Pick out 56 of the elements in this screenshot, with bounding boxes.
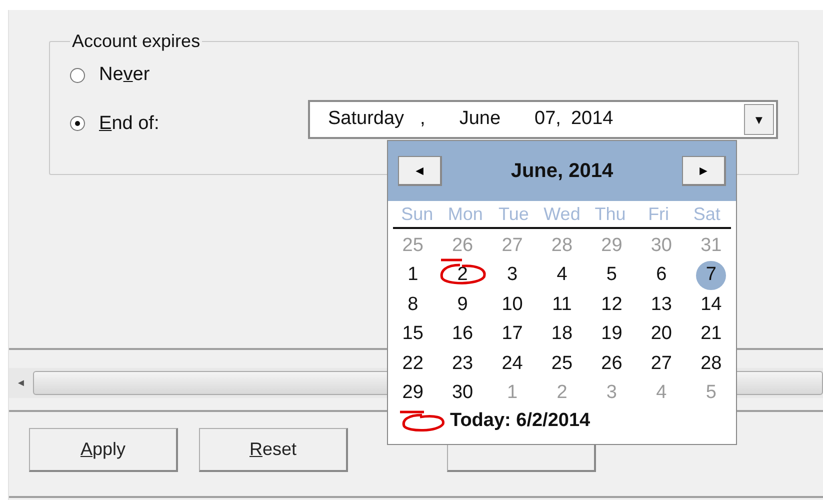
calendar-day[interactable]: 1 — [398, 261, 428, 290]
scroll-left-arrow[interactable]: ◄ — [9, 376, 33, 390]
calendar-day[interactable]: 16 — [442, 320, 484, 348]
group-title: Account expires — [71, 30, 202, 53]
calendar-day[interactable]: 11 — [542, 290, 582, 319]
calendar-day[interactable]: 27 — [640, 350, 682, 378]
radio-button[interactable] — [70, 68, 85, 83]
calendar-day[interactable]: 4 — [546, 261, 578, 290]
calendar-day[interactable]: 19 — [591, 320, 632, 348]
weekday-label: Mon — [446, 203, 484, 226]
calendar-day[interactable]: 3 — [496, 261, 528, 290]
today-link[interactable]: Today: 6/2/2014 — [450, 406, 590, 436]
calendar-day[interactable]: 2 — [447, 261, 478, 290]
weekday-label: Fri — [647, 203, 670, 226]
calendar-day[interactable]: 20 — [640, 320, 682, 348]
calendar-day[interactable]: 21 — [690, 320, 732, 348]
calendar-day[interactable]: 5 — [596, 261, 627, 290]
radio-button[interactable] — [70, 116, 85, 132]
previous-month-button[interactable]: ◄ — [398, 156, 442, 186]
weekday-label: Sun — [400, 203, 434, 226]
radio-label: Never — [99, 63, 150, 87]
calendar-day[interactable]: 12 — [591, 290, 632, 319]
weekday-text: Saturday — [328, 107, 404, 132]
calendar-day[interactable]: 6 — [646, 261, 677, 290]
weekday-label: Wed — [542, 203, 582, 226]
calendar-day[interactable]: 7 — [696, 261, 726, 290]
calendar-day[interactable]: 23 — [442, 350, 484, 378]
weekday-label: Thu — [594, 203, 627, 226]
calendar-day[interactable]: 26 — [591, 350, 632, 378]
calendar-day[interactable]: 24 — [492, 350, 533, 378]
month-title: June, 2014 — [510, 159, 614, 184]
calendar-day[interactable]: 13 — [640, 290, 682, 319]
calendar-day[interactable]: 18 — [541, 320, 583, 348]
day-text: 07, — [534, 107, 561, 132]
dialog-button[interactable]: Apply — [29, 428, 178, 472]
calendar-day[interactable]: 10 — [492, 290, 533, 319]
month-text: June — [459, 107, 501, 132]
calendar-day[interactable]: 15 — [392, 320, 434, 348]
weekday-label: Sat — [692, 203, 722, 226]
date-picker-field[interactable]: Saturday , June 07, 2014 ▼ — [308, 100, 778, 139]
radio-label: End of: — [99, 112, 160, 136]
calendar-day[interactable]: 14 — [690, 290, 732, 319]
calendar-day[interactable]: 8 — [398, 290, 428, 319]
calendar-day[interactable]: 30 — [442, 379, 484, 408]
weekday-label: Tue — [498, 203, 530, 226]
next-month-button[interactable]: ► — [682, 156, 726, 186]
separator-text: , — [420, 107, 426, 132]
calendar-day[interactable]: 9 — [447, 290, 478, 319]
year-text: 2014 — [570, 107, 614, 132]
dialog-button[interactable]: Reset — [199, 428, 348, 472]
calendar-day[interactable]: 22 — [392, 350, 434, 378]
calendar-day[interactable]: 17 — [492, 320, 533, 348]
dropdown-button[interactable]: ▼ — [744, 104, 774, 135]
calendar-day[interactable]: 29 — [392, 379, 434, 408]
calendar-day[interactable]: 28 — [690, 350, 732, 378]
calendar-day[interactable]: 25 — [541, 350, 583, 378]
